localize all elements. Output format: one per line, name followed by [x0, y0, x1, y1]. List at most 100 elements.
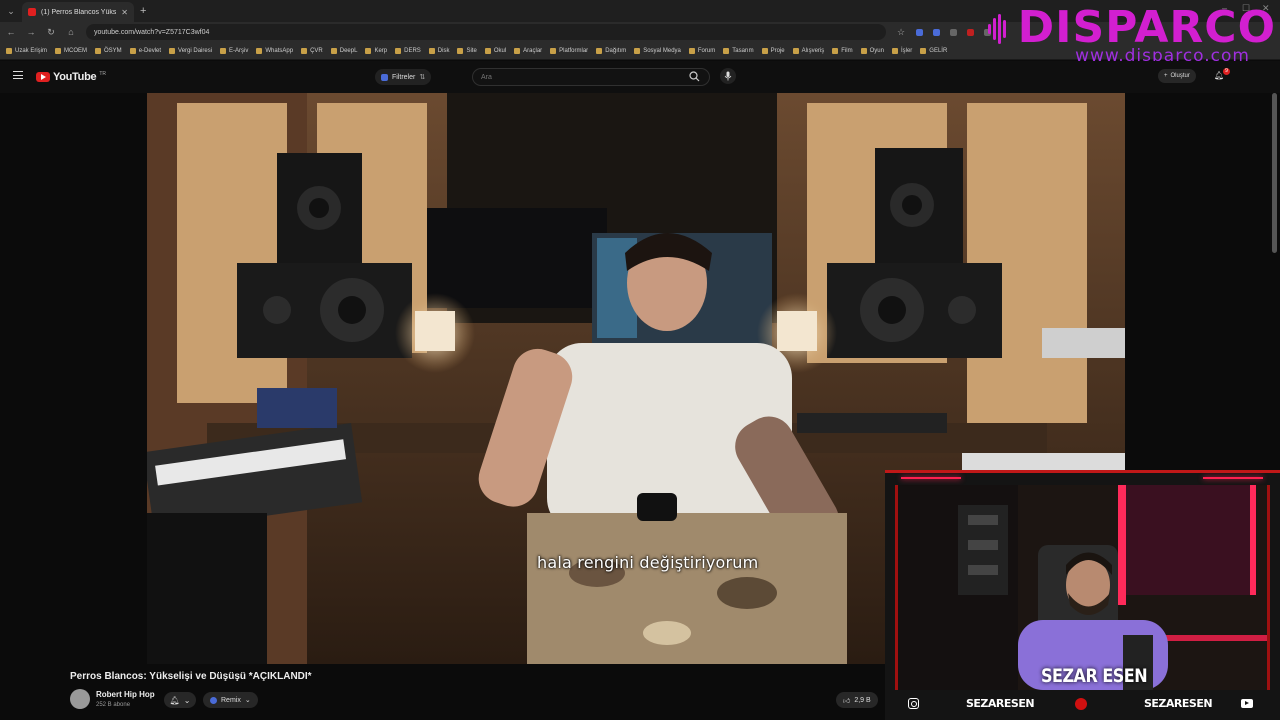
bookmark-item[interactable]: Sosyal Medya: [634, 47, 681, 54]
chevron-down-icon: ⌄: [244, 697, 251, 704]
search-box[interactable]: [472, 68, 710, 86]
folder-icon: [301, 47, 308, 54]
bookmark-item[interactable]: DERS: [395, 47, 421, 54]
channel-name[interactable]: Robert Hip Hop: [96, 690, 155, 699]
tune-icon: ⇅: [419, 74, 426, 81]
remix-button[interactable]: Remix ⌄: [203, 692, 258, 708]
bookmark-item[interactable]: Araçlar: [514, 47, 543, 54]
folder-icon: [723, 47, 730, 54]
bookmark-item[interactable]: Proje: [761, 47, 785, 54]
youtube-logo[interactable]: YouTube TR: [36, 71, 106, 83]
folder-icon: [129, 47, 136, 54]
bookmark-item[interactable]: e-Devlet: [129, 47, 162, 54]
bookmark-label: Kerp: [374, 47, 388, 54]
folder-icon: [634, 47, 641, 54]
menu-icon[interactable]: [13, 71, 23, 79]
folder-icon: [761, 47, 768, 54]
reload-icon[interactable]: ↻: [46, 27, 56, 38]
voice-search-button[interactable]: [720, 68, 736, 84]
extension-icon[interactable]: [967, 28, 974, 36]
new-tab-button[interactable]: +: [140, 5, 146, 17]
bookmark-item[interactable]: Uzak Erişim: [6, 47, 47, 54]
bookmark-item[interactable]: Platformlar: [550, 47, 589, 54]
home-icon[interactable]: ⌂: [66, 27, 76, 37]
bookmark-item[interactable]: ÖSYM: [95, 47, 122, 54]
bookmark-label: GELİR: [929, 47, 948, 54]
bookmark-item[interactable]: Oyun: [860, 47, 884, 54]
tab-search-icon[interactable]: ⌄: [0, 0, 22, 22]
bookmark-label: Site: [466, 47, 477, 54]
country-code: TR: [99, 71, 106, 77]
forward-icon[interactable]: →: [26, 27, 36, 37]
folder-icon: [457, 47, 464, 54]
search-icon[interactable]: [689, 71, 700, 82]
star-icon[interactable]: ☆: [896, 27, 906, 38]
video-title: Perros Blancos: Yükselişi ve Düşüşü *AÇI…: [70, 671, 312, 682]
bookmark-label: WhatsApp: [265, 47, 294, 54]
bookmark-label: Forum: [697, 47, 716, 54]
youtube-favicon-icon: [28, 8, 36, 16]
extension-icon[interactable]: [950, 28, 957, 36]
webcam-feed: [895, 485, 1270, 690]
bookmark-item[interactable]: MCOEM: [55, 47, 87, 54]
search-input[interactable]: [481, 73, 681, 81]
bookmark-label: Araçlar: [523, 47, 543, 54]
folder-icon: [596, 47, 603, 54]
bookmark-label: Disk: [437, 47, 450, 54]
bookmark-label: Proje: [770, 47, 785, 54]
folder-icon: [891, 47, 898, 54]
channel-avatar[interactable]: [70, 689, 90, 709]
bookmark-item[interactable]: E-Arşiv: [220, 47, 248, 54]
bookmark-item[interactable]: WhatsApp: [256, 47, 294, 54]
bookmark-label: Tasarım: [732, 47, 754, 54]
bookmark-item[interactable]: Dağıtım: [596, 47, 626, 54]
record-dot-icon: [1075, 698, 1087, 710]
bookmark-item[interactable]: İşler: [891, 47, 912, 54]
close-tab-icon[interactable]: ✕: [121, 8, 128, 17]
filters-label: Filtreler: [392, 73, 416, 81]
bookmark-item[interactable]: GELİR: [920, 47, 948, 54]
bookmark-item[interactable]: DeepL: [330, 47, 357, 54]
bookmark-item[interactable]: Vergi Dairesi: [169, 47, 212, 54]
browser-tab[interactable]: (1) Perros Blancos Yükseliş ✕: [22, 2, 134, 22]
extension-icon[interactable]: [933, 28, 940, 36]
extension-icon[interactable]: [916, 28, 923, 36]
youtube-play-icon: [36, 72, 50, 82]
bookmark-label: Platformlar: [559, 47, 589, 54]
neon-accent: [901, 477, 961, 479]
create-button[interactable]: + Oluştur: [1158, 69, 1196, 83]
like-button[interactable]: 👍︎ 2,9 B: [836, 692, 878, 708]
bookmark-item[interactable]: Kerp: [365, 47, 388, 54]
bookmark-item[interactable]: Okul: [484, 47, 506, 54]
bookmark-item[interactable]: Site: [457, 47, 477, 54]
subscribe-bell-button[interactable]: 🔔︎ ⌄: [164, 692, 196, 708]
bookmark-item[interactable]: Disk: [428, 47, 450, 54]
watermark-title: disparco: [1017, 2, 1276, 53]
bookmark-item[interactable]: Forum: [688, 47, 716, 54]
watermark-logo: disparco www.disparco.com: [987, 2, 1276, 66]
back-icon[interactable]: ←: [6, 27, 16, 37]
page-scrollbar[interactable]: [1272, 93, 1277, 253]
bookmark-item[interactable]: Tasarım: [723, 47, 754, 54]
folder-icon: [920, 47, 927, 54]
create-label: Oluştur: [1170, 73, 1190, 79]
bookmark-label: Film: [841, 47, 853, 54]
url-bar[interactable]: youtube.com/watch?v=Z5717C3wf04: [86, 24, 886, 40]
folder-icon: [395, 47, 402, 54]
tab-title: (1) Perros Blancos Yükseliş: [41, 8, 117, 16]
bookmark-label: ÇVR: [310, 47, 323, 54]
folder-icon: [514, 47, 521, 54]
bookmark-item[interactable]: ÇVR: [301, 47, 323, 54]
bookmark-label: ÖSYM: [104, 47, 122, 54]
filters-button[interactable]: Filtreler ⇅: [375, 69, 432, 85]
plus-icon: +: [1164, 73, 1168, 79]
folder-icon: [688, 47, 695, 54]
webcam-image: [898, 485, 1267, 690]
folder-icon: [792, 47, 799, 54]
bookmark-item[interactable]: Film: [832, 47, 853, 54]
folder-icon: [428, 47, 435, 54]
filters-icon: [381, 73, 388, 81]
bookmark-label: e-Devlet: [138, 47, 162, 54]
bookmark-item[interactable]: Alışveriş: [792, 47, 824, 54]
folder-icon: [330, 47, 337, 54]
